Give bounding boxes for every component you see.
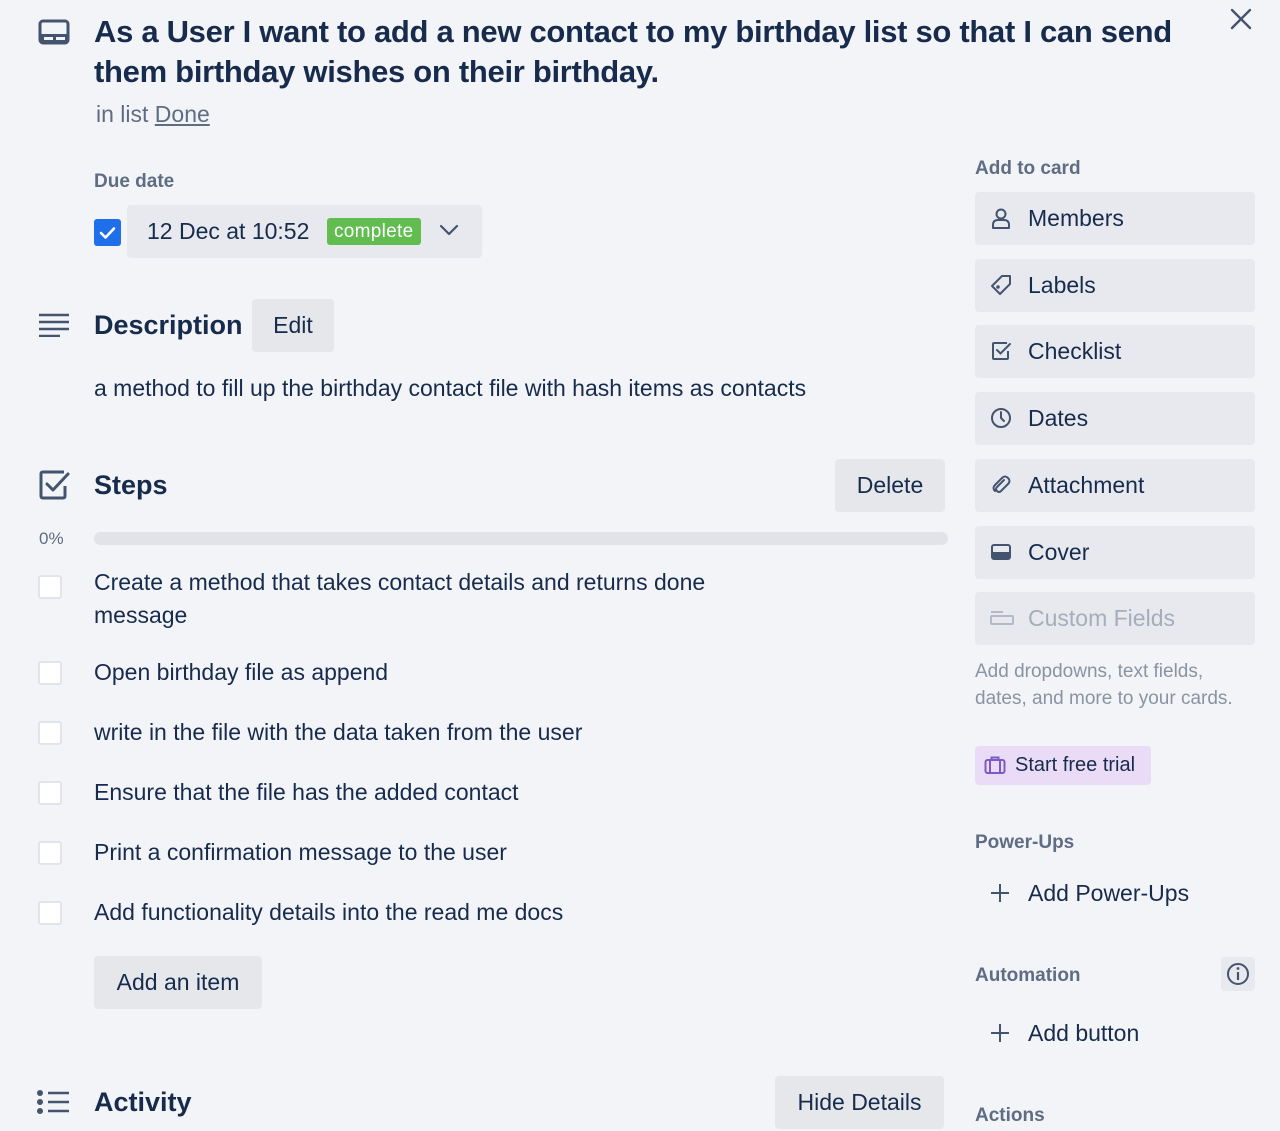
members-button[interactable]: Members (975, 192, 1255, 245)
labels-label: Labels (1028, 272, 1096, 298)
person-icon (990, 207, 1012, 229)
checklist-item-text[interactable]: Ensure that the file has the added conta… (94, 776, 774, 809)
add-item-button[interactable]: Add an item (94, 956, 262, 1009)
dates-button[interactable]: Dates (975, 392, 1255, 445)
checklist-item-checkbox[interactable] (38, 661, 62, 685)
automation-label: Automation (975, 965, 1081, 986)
members-label: Members (1028, 205, 1124, 231)
checklist-item-checkbox[interactable] (38, 901, 62, 925)
add-automation-button[interactable]: Add button (975, 1008, 1255, 1058)
checklist-item-checkbox[interactable] (38, 841, 62, 865)
check-icon (99, 227, 116, 239)
checklist-item-text[interactable]: Add functionality details into the read … (94, 896, 774, 929)
progress-bar (94, 532, 948, 545)
briefcase-icon (984, 755, 1006, 775)
progress-percent: 0% (39, 529, 64, 548)
card-title[interactable]: As a User I want to add a new contact to… (94, 12, 1204, 92)
actions-label: Actions (975, 1105, 1045, 1126)
activity-icon (36, 1089, 70, 1115)
checklist-item-checkbox[interactable] (38, 721, 62, 745)
chevron-down-icon[interactable] (439, 223, 459, 237)
checklist-title[interactable]: Steps (94, 470, 168, 501)
delete-checklist-button[interactable]: Delete (835, 459, 945, 512)
checklist-item-text[interactable]: Open birthday file as append (94, 656, 774, 689)
labels-button[interactable]: Labels (975, 259, 1255, 312)
in-list-prefix: in list (96, 101, 149, 127)
power-ups-label: Power-Ups (975, 832, 1075, 853)
add-to-card-label: Add to card (975, 158, 1081, 179)
due-date-value: 12 Dec at 10:52 (147, 218, 310, 244)
checklist-item-checkbox[interactable] (38, 575, 62, 599)
cover-icon (990, 541, 1012, 563)
checklist-label: Checklist (1028, 338, 1122, 364)
edit-description-button[interactable]: Edit (252, 299, 334, 352)
in-list-breadcrumb: in list Done (96, 101, 210, 128)
cover-button[interactable]: Cover (975, 526, 1255, 579)
custom-fields-upsell: Add dropdowns, text fields, dates, and m… (975, 661, 1233, 709)
info-icon[interactable] (1221, 957, 1255, 991)
due-date-label: Due date (94, 171, 175, 192)
checklist-button[interactable]: Checklist (975, 325, 1255, 378)
hide-details-button[interactable]: Hide Details (775, 1076, 944, 1129)
tag-icon (990, 274, 1012, 296)
attachment-button[interactable]: Attachment (975, 459, 1255, 512)
add-button-label: Add button (1028, 1020, 1140, 1046)
plus-icon (989, 882, 1011, 904)
start-free-trial-button[interactable]: Start free trial (975, 746, 1151, 785)
cover-label: Cover (1028, 539, 1090, 565)
checklist-item-text[interactable]: Create a method that takes contact detai… (94, 566, 774, 632)
custom-fields-button[interactable]: Custom Fields (975, 592, 1255, 645)
description-text[interactable]: a method to fill up the birthday contact… (94, 375, 806, 402)
card-icon (38, 19, 70, 45)
checklist-item-text[interactable]: Print a confirmation message to the user (94, 836, 774, 869)
checklist-icon (990, 340, 1012, 362)
custom-fields-icon (990, 607, 1014, 629)
attachment-label: Attachment (1028, 472, 1145, 498)
status-badge: complete (327, 218, 421, 245)
add-power-ups-label: Add Power-Ups (1028, 880, 1190, 906)
checklist-item-text[interactable]: write in the file with the data taken fr… (94, 716, 774, 749)
add-power-ups-button[interactable]: Add Power-Ups (975, 868, 1255, 918)
paperclip-icon (990, 474, 1012, 496)
start-free-trial-label: Start free trial (1015, 754, 1136, 776)
dates-label: Dates (1028, 405, 1089, 431)
clock-icon (990, 407, 1012, 429)
checklist-icon (39, 470, 70, 500)
activity-heading: Activity (94, 1087, 192, 1117)
checklist-item-checkbox[interactable] (38, 781, 62, 805)
list-link[interactable]: Done (155, 101, 210, 127)
description-heading: Description (94, 310, 243, 340)
close-icon[interactable] (1229, 7, 1253, 31)
custom-fields-label: Custom Fields (1028, 605, 1175, 631)
description-icon (38, 313, 70, 337)
due-date-checkbox[interactable] (94, 219, 121, 246)
plus-icon (989, 1022, 1011, 1044)
